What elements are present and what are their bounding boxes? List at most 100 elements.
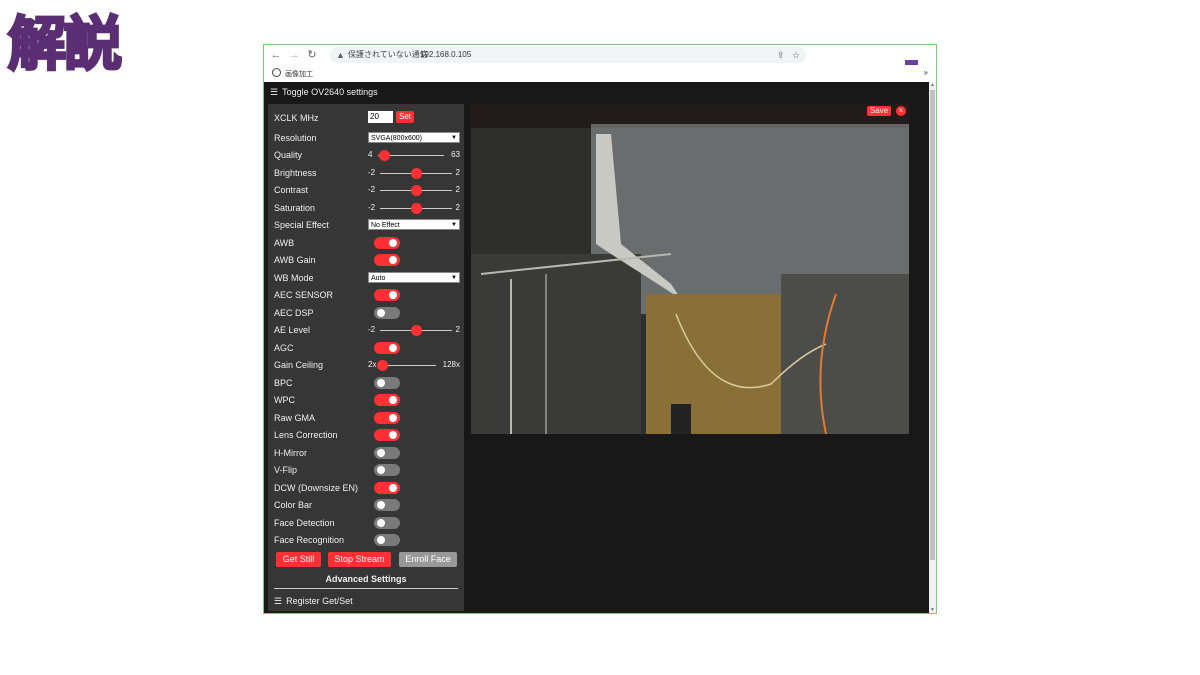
slider-min: -2 <box>368 203 376 212</box>
setting-aec-dsp: AEC DSP <box>274 305 460 321</box>
toggle-settings-label: Toggle OV2640 settings <box>282 87 378 97</box>
gain-ceiling-slider[interactable]: 2x 128x <box>368 359 460 371</box>
advanced-settings-heading[interactable]: Advanced Settings <box>268 574 464 584</box>
toggle-knob <box>377 449 385 457</box>
star-icon[interactable]: ☆ <box>792 50 800 60</box>
register-get-set-label: Register Get/Set <box>286 596 353 606</box>
aec-sensor-toggle[interactable] <box>374 289 400 301</box>
setting-label: Brightness <box>274 168 317 178</box>
scroll-up-icon[interactable]: ▲ <box>929 82 936 88</box>
globe-icon <box>272 68 281 77</box>
stop-stream-button[interactable]: Stop Stream <box>328 552 391 567</box>
xclk-input[interactable]: 20 <box>368 111 393 123</box>
contrast-slider[interactable]: -2 2 <box>368 184 460 196</box>
awb-gain-toggle[interactable] <box>374 254 400 266</box>
toggle-knob <box>389 239 397 247</box>
address-bar[interactable]: ▲ 保護されていない通信 192.168.0.105 ⇪ ☆ <box>330 47 806 63</box>
slider-min: 2x <box>368 360 377 369</box>
setting-agc: AGC <box>274 340 460 356</box>
setting-awb: AWB <box>274 235 460 251</box>
face-recognition-toggle[interactable] <box>374 534 400 546</box>
scroll-down-icon[interactable]: ▼ <box>929 607 936 613</box>
raw-gma-toggle[interactable] <box>374 412 400 424</box>
overlay-title: 解説 <box>6 9 123 80</box>
face-detection-toggle[interactable] <box>374 517 400 529</box>
toggle-knob <box>377 379 385 387</box>
setting-label: Face Recognition <box>274 535 345 545</box>
setting-label: V-Flip <box>274 465 298 475</box>
setting-saturation: Saturation -2 2 <box>274 200 460 216</box>
slider-min: -2 <box>368 325 376 334</box>
close-icon[interactable]: × <box>896 106 906 116</box>
v-flip-toggle[interactable] <box>374 464 400 476</box>
toggle-knob <box>389 414 397 422</box>
slider-thumb[interactable] <box>376 360 388 371</box>
setting-label: AWB <box>274 238 295 248</box>
ae-level-slider[interactable]: -2 2 <box>368 324 460 336</box>
setting-brightness: Brightness -2 2 <box>274 165 460 181</box>
saturation-slider[interactable]: -2 2 <box>368 202 460 214</box>
bookmark-item[interactable]: 画像加工 <box>285 69 313 79</box>
save-button[interactable]: Save <box>867 106 891 116</box>
dcw-toggle[interactable] <box>374 482 400 494</box>
share-icon[interactable]: ⇪ <box>777 50 785 60</box>
bookmarks-more-icon[interactable]: » <box>924 68 928 77</box>
bpc-toggle[interactable] <box>374 377 400 389</box>
scrollbar-thumb[interactable] <box>930 90 935 560</box>
setting-v-flip: V-Flip <box>274 462 460 478</box>
aec-dsp-toggle[interactable] <box>374 307 400 319</box>
setting-label: XCLK MHz <box>274 113 319 123</box>
resolution-select[interactable]: SVGA(800x600) ▼ <box>368 132 460 143</box>
quality-slider[interactable]: 4 63 <box>368 149 460 161</box>
slider-track <box>382 365 436 366</box>
setting-label: DCW (Downsize EN) <box>274 483 359 493</box>
setting-label: Face Detection <box>274 518 335 528</box>
address-bar-icons: ⇪ ☆ <box>777 47 800 63</box>
slider-thumb[interactable] <box>410 168 422 179</box>
wb-mode-select[interactable]: Auto ▼ <box>368 272 460 283</box>
toggle-settings[interactable]: ☰ Toggle OV2640 settings <box>270 87 378 98</box>
setting-label: Lens Correction <box>274 430 338 440</box>
slider-thumb[interactable] <box>379 150 391 161</box>
toggle-knob <box>377 536 385 544</box>
color-bar-toggle[interactable] <box>374 499 400 511</box>
toggle-knob <box>389 256 397 264</box>
setting-label: AEC SENSOR <box>274 290 334 300</box>
toggle-knob <box>389 291 397 299</box>
setting-label: Raw GMA <box>274 413 316 423</box>
slider-thumb[interactable] <box>410 185 422 196</box>
menu-icon: ☰ <box>274 596 283 606</box>
register-get-set[interactable]: ☰ Register Get/Set <box>274 596 353 607</box>
slider-max: 128x <box>442 360 460 369</box>
enroll-face-button[interactable]: Enroll Face <box>399 552 457 567</box>
reload-icon[interactable]: ↻ <box>305 48 319 62</box>
camera-web-page: ☰ Toggle OV2640 settings XCLK MHz 20 Set … <box>264 82 929 613</box>
setting-face-recognition: Face Recognition <box>274 532 460 548</box>
setting-label: Saturation <box>274 203 316 213</box>
slider-thumb[interactable] <box>410 325 422 336</box>
special-effect-select[interactable]: No Effect ▼ <box>368 219 460 230</box>
get-still-button[interactable]: Get Still <box>276 552 321 567</box>
agc-toggle[interactable] <box>374 342 400 354</box>
slider-thumb[interactable] <box>410 203 422 214</box>
brightness-slider[interactable]: -2 2 <box>368 167 460 179</box>
back-arrow-icon[interactable]: ← <box>269 48 283 62</box>
slider-min: -2 <box>368 185 376 194</box>
toggle-knob <box>377 501 385 509</box>
forward-arrow-icon[interactable]: → <box>287 48 301 62</box>
h-mirror-toggle[interactable] <box>374 447 400 459</box>
lens-correction-toggle[interactable] <box>374 429 400 441</box>
xclk-set-button[interactable]: Set <box>396 111 414 123</box>
page-scrollbar[interactable]: ▲ ▼ <box>929 82 936 613</box>
slider-min: 4 <box>368 150 373 159</box>
awb-toggle[interactable] <box>374 237 400 249</box>
slider-max: 2 <box>455 168 460 177</box>
wpc-toggle[interactable] <box>374 394 400 406</box>
select-value: SVGA(800x600) <box>371 135 422 142</box>
setting-quality: Quality 4 63 <box>274 147 460 163</box>
setting-label: BPC <box>274 378 293 388</box>
setting-label: WPC <box>274 395 295 405</box>
setting-wb-mode: WB Mode Auto ▼ <box>274 270 460 286</box>
warning-icon: ▲ <box>336 50 345 60</box>
setting-label: AWB Gain <box>274 255 316 265</box>
